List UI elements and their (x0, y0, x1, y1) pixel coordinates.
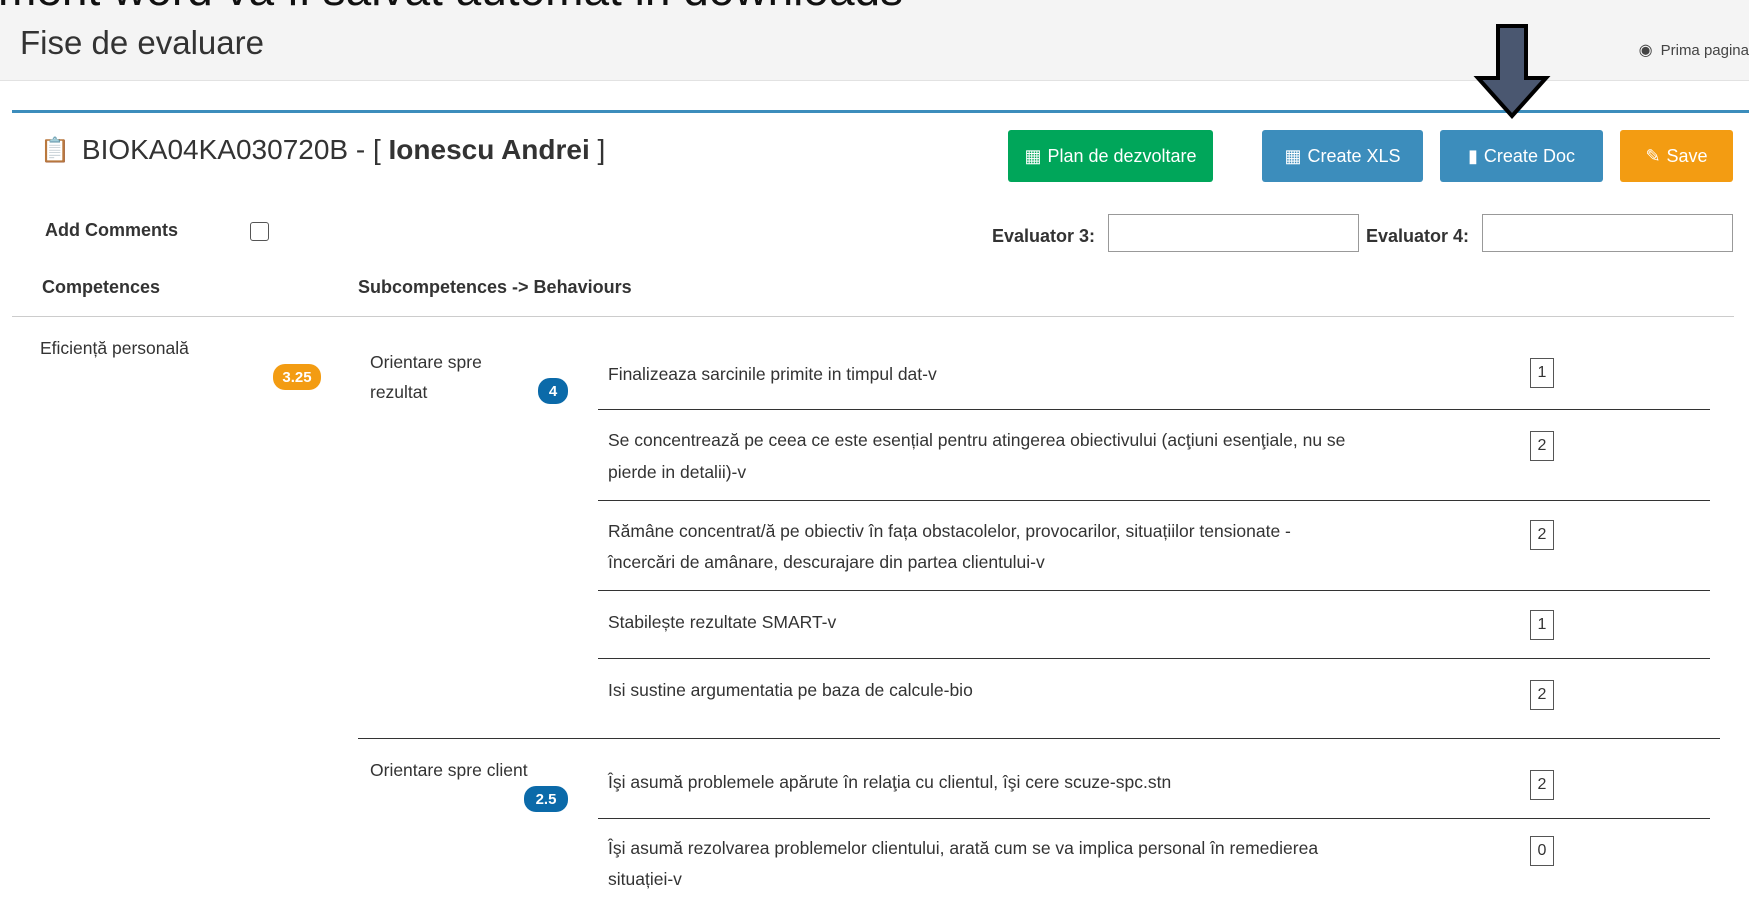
table-icon: ▦ (1284, 145, 1302, 166)
behaviour-score-input[interactable]: 1 (1530, 358, 1554, 388)
save-button[interactable]: ✎ Save (1620, 130, 1733, 182)
behaviour-score-input[interactable]: 2 (1530, 680, 1554, 710)
behaviour-score-input[interactable]: 2 (1530, 770, 1554, 800)
behaviour-text: Stabilește rezultate SMART-v (608, 612, 837, 632)
behaviour-score-input[interactable]: 2 (1530, 431, 1554, 461)
table-icon: ▦ (1024, 145, 1042, 166)
document-title: 📋 BIOKA04KA030720B - [ Ionescu Andrei ] (40, 134, 605, 166)
edit-icon: ✎ (1645, 145, 1661, 166)
subcompetence-divider (358, 738, 1720, 739)
plan-dezvoltare-label: Plan de dezvoltare (1047, 145, 1197, 166)
behaviour-divider (598, 500, 1710, 501)
behaviour-divider (598, 818, 1710, 819)
page-title: Fise de evaluare (20, 24, 264, 61)
add-comments-label: Add Comments (45, 220, 179, 240)
add-comments-checkbox[interactable] (250, 222, 269, 241)
competence-score-badge: 3.25 (273, 364, 321, 390)
behaviour-text: Îşi asumă rezolvarea problemelor clientu… (608, 838, 1319, 858)
behaviour-score-input[interactable]: 2 (1530, 520, 1554, 550)
home-link[interactable]: ◉ Prima pagina (1639, 40, 1749, 60)
plan-dezvoltare-button[interactable]: ▦ Plan de dezvoltare (1008, 130, 1213, 182)
create-xls-label: Create XLS (1307, 145, 1401, 166)
behaviour-score-input[interactable]: 0 (1530, 836, 1554, 866)
evaluator3-input[interactable] (1108, 214, 1359, 252)
behaviour-score-input[interactable]: 1 (1530, 610, 1554, 640)
document-code: BIOKA04KA030720B - [ (81, 134, 389, 165)
create-xls-button[interactable]: ▦ Create XLS (1262, 130, 1423, 182)
behaviour-text-line2: încercări de amânare, descurajare din pa… (608, 552, 1045, 572)
subcompetences-header: Subcompetences -> Behaviours (358, 277, 632, 297)
create-doc-label: Create Doc (1483, 145, 1575, 166)
down-arrow-annotation (1473, 24, 1551, 119)
evaluator3-label: Evaluator 3: (992, 226, 1096, 246)
behaviour-text: Rămâne concentrat/ă pe obiectiv în fața … (608, 521, 1291, 541)
evaluator4-label: Evaluator 4: (1366, 226, 1470, 246)
evaluator4-input[interactable] (1482, 214, 1733, 252)
save-label: Save (1666, 145, 1708, 166)
behaviour-divider (598, 658, 1710, 659)
book-icon: ▮ (1468, 145, 1478, 166)
create-doc-button[interactable]: ▮ Create Doc (1440, 130, 1603, 182)
behaviour-text-line2: situației-v (608, 869, 682, 889)
behaviour-text: Se concentrează pe ceea ce este esențial… (608, 430, 1346, 450)
behaviour-divider (598, 409, 1710, 410)
behaviour-text: Isi sustine argumentatia pe baza de calc… (608, 680, 973, 700)
subcompetence-name-line1: Orientare spre client (370, 760, 528, 780)
subcompetence-name-line2: rezultat (370, 382, 428, 402)
subcompetence-name-line1: Orientare spre (370, 352, 482, 372)
dashboard-icon: ◉ (1638, 42, 1653, 59)
behaviour-text-line2: pierde in detalii)-v (608, 462, 747, 482)
home-link-label: Prima pagina (1660, 41, 1749, 59)
behaviour-divider (598, 590, 1710, 591)
behaviour-text: Finalizeaza sarcinile primite in timpul … (608, 364, 937, 384)
instruction-caption: ment word va fi salvat automat in downlo… (0, 0, 903, 12)
subcompetence-score-badge: 2.5 (524, 786, 568, 812)
competences-header: Competences (42, 277, 161, 297)
document-close: ] (589, 134, 606, 165)
employee-name: Ionescu Andrei (388, 134, 590, 165)
header-divider (12, 316, 1734, 317)
competence-name: Eficiență personală (40, 338, 189, 358)
clipboard-icon: 📋 (40, 136, 70, 164)
subcompetence-score-badge: 4 (538, 378, 568, 404)
behaviour-text: Îşi asumă problemele apărute în relaţia … (608, 772, 1172, 792)
